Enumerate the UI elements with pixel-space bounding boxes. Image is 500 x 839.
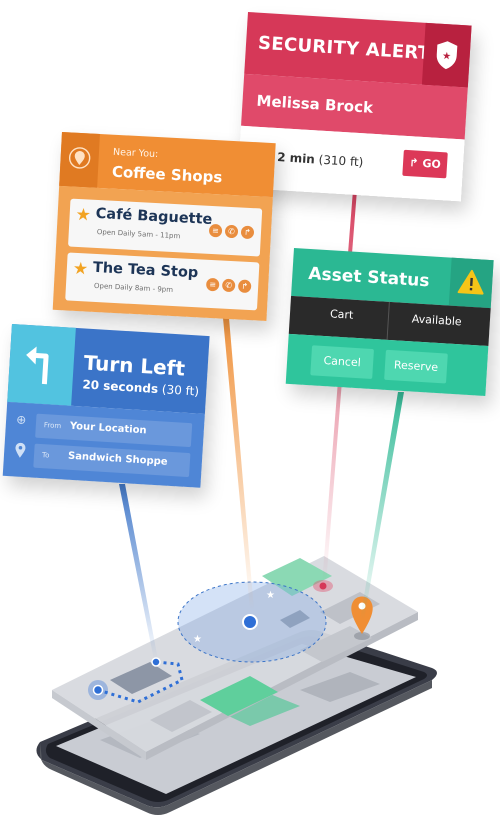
turn-arrow-icon: ↱ [408, 156, 419, 170]
to-field[interactable]: To Sandwich Shoppe [33, 443, 191, 478]
to-label: To [41, 451, 50, 460]
shop-hours: Open Daily 5am - 11pm [96, 227, 181, 241]
coffee-title: Coffee Shops [111, 162, 223, 187]
turn-eta: 20 seconds (30 ft) [82, 377, 200, 399]
asset-beam [360, 392, 404, 620]
shop-hours: Open Daily 8am - 9pm [93, 281, 174, 295]
shop-item[interactable]: ★ Café Baguette Open Daily 5am - 11pm ≡ … [68, 198, 263, 257]
turn-route: ⊕ From Your Location To Sandwich Shoppe [2, 401, 205, 488]
turn-beam [119, 484, 158, 660]
svg-text:★: ★ [266, 590, 275, 601]
crosshair-icon: ⊕ [15, 412, 27, 428]
coffee-shops-card: Near You: Coffee Shops ★ Café Baguette O… [52, 132, 276, 321]
asset-status-card: Asset Status Cart Available Cancel Reser… [285, 248, 494, 396]
directions-icon[interactable]: ↱ [240, 225, 255, 240]
reserve-button[interactable]: Reserve [384, 349, 448, 384]
coffee-list: ★ Café Baguette Open Daily 5am - 11pm ≡ … [52, 185, 273, 321]
security-alert-name: Melissa Brock [256, 91, 374, 117]
asset-title: Asset Status [307, 263, 431, 292]
turn-left-arrow-icon [7, 324, 76, 406]
map-pin-icon [14, 442, 27, 462]
shop-name: The Tea Stop [92, 259, 199, 282]
security-alert-distance: 2 min (310 ft) [276, 150, 364, 170]
menu-icon[interactable]: ≡ [205, 277, 220, 292]
coffee-beam [223, 318, 254, 610]
cancel-button[interactable]: Cancel [310, 345, 374, 380]
asset-availability: Available [411, 312, 462, 329]
from-label: From [43, 421, 62, 431]
go-button[interactable]: ↱ GO [402, 149, 448, 179]
divider [386, 301, 390, 340]
turn-left-card: Turn Left 20 seconds (30 ft) ⊕ From Your… [2, 324, 210, 488]
warning-icon [448, 257, 494, 309]
menu-icon[interactable]: ≡ [208, 223, 223, 238]
star-icon: ★ [75, 204, 92, 226]
security-alert-title: SECURITY ALERT [257, 32, 431, 65]
shop-name: Café Baguette [95, 205, 213, 228]
asset-item: Cart [329, 307, 354, 322]
near-you-label: Near You: [112, 146, 159, 161]
phone-icon[interactable]: ✆ [224, 224, 239, 239]
map-pin-icon [59, 132, 100, 188]
from-field[interactable]: From Your Location [35, 413, 193, 448]
shop-item[interactable]: ★ The Tea Stop Open Daily 8am - 9pm ≡ ✆ … [65, 252, 260, 311]
star-icon: ★ [72, 258, 89, 280]
turn-title: Turn Left [83, 350, 186, 381]
svg-text:★: ★ [193, 634, 202, 645]
to-value: Sandwich Shoppe [67, 450, 168, 468]
svg-text:★: ★ [442, 51, 452, 63]
from-value: Your Location [69, 420, 147, 437]
shield-icon: ★ [421, 22, 472, 88]
directions-icon[interactable]: ↱ [237, 279, 252, 294]
phone-icon[interactable]: ✆ [221, 278, 236, 293]
